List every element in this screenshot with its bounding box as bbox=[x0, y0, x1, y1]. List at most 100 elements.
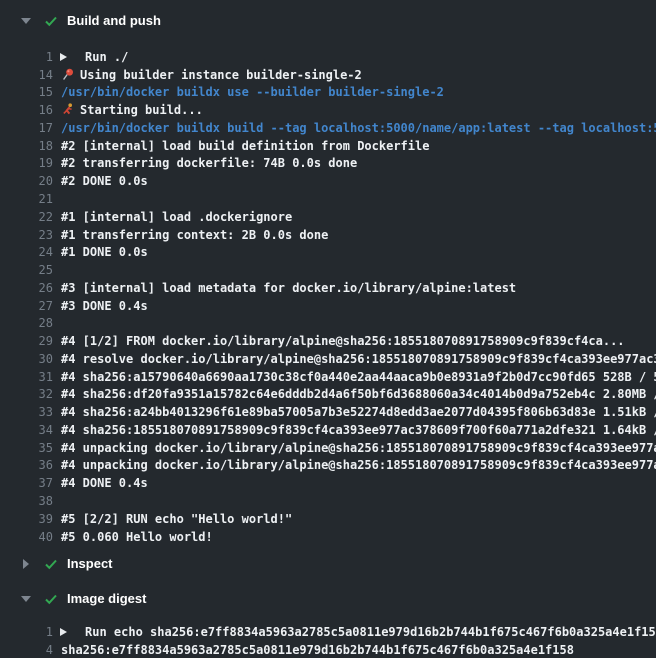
log-line-text: #3 DONE 0.4s bbox=[61, 299, 148, 313]
line-number[interactable]: 1 bbox=[0, 50, 53, 64]
log-text: #4 resolve docker.io/library/alpine@sha2… bbox=[61, 352, 656, 366]
line-number[interactable]: 17 bbox=[0, 121, 53, 135]
line-number[interactable]: 38 bbox=[0, 494, 53, 508]
log-text: #4 sha256:a24bb4013296f61e89ba57005a7b3e… bbox=[61, 405, 656, 419]
chevron-shape bbox=[23, 559, 29, 569]
expand-group-icon[interactable] bbox=[60, 53, 67, 61]
log-text: #1 transferring context: 2B 0.0s done bbox=[61, 228, 328, 242]
log-row: 25 bbox=[0, 261, 656, 279]
log-text: Run ./ bbox=[85, 50, 128, 64]
check-icon bbox=[44, 557, 58, 571]
log-row: 23 #1 transferring context: 2B 0.0s done bbox=[0, 226, 656, 244]
line-number[interactable]: 19 bbox=[0, 156, 53, 170]
log-row: 18 #2 [internal] load build definition fr… bbox=[0, 137, 656, 155]
line-number[interactable]: 35 bbox=[0, 441, 53, 455]
line-number[interactable]: 39 bbox=[0, 512, 53, 526]
line-number[interactable]: 16 bbox=[0, 103, 53, 117]
chevron-shape bbox=[21, 18, 31, 24]
log-text: #1 [internal] load .dockerignore bbox=[61, 210, 292, 224]
log-line-text: #1 DONE 0.0s bbox=[61, 245, 148, 259]
log-line-text: #4 sha256:df20fa9351a15782c64e6dddb2d4a6… bbox=[61, 387, 656, 401]
line-number[interactable]: 21 bbox=[0, 192, 53, 206]
expand-group-icon[interactable] bbox=[60, 628, 67, 636]
log-text: #4 sha256:185518070891758909c9f839cf4ca3… bbox=[61, 423, 656, 437]
line-number[interactable]: 29 bbox=[0, 334, 53, 348]
log-row: 1 Run ./ bbox=[0, 48, 656, 66]
log-row: 35 #4 unpacking docker.io/library/alpine@… bbox=[0, 439, 656, 457]
command-line-text: /usr/bin/docker buildx build --tag local… bbox=[61, 121, 656, 135]
log-text: #4 unpacking docker.io/library/alpine@sh… bbox=[61, 458, 656, 472]
line-number[interactable]: 36 bbox=[0, 458, 53, 472]
section-title[interactable]: Image digest bbox=[67, 591, 146, 606]
log-text: #1 DONE 0.0s bbox=[61, 245, 148, 259]
log-row: 24 #1 DONE 0.0s bbox=[0, 243, 656, 261]
log-text: #5 [2/2] RUN echo "Hello world!" bbox=[61, 512, 292, 526]
line-number[interactable]: 26 bbox=[0, 281, 53, 295]
log-row: 21 bbox=[0, 190, 656, 208]
check-icon bbox=[44, 592, 58, 606]
log-text: #5 0.060 Hello world! bbox=[61, 530, 213, 544]
section-title[interactable]: Build and push bbox=[67, 13, 161, 28]
chevron-down-icon[interactable] bbox=[20, 18, 32, 24]
section-header-image-digest: Image digest bbox=[0, 590, 656, 607]
line-number[interactable]: 34 bbox=[0, 423, 53, 437]
runner-icon bbox=[61, 103, 75, 116]
line-number[interactable]: 22 bbox=[0, 210, 53, 224]
chevron-down-icon[interactable] bbox=[20, 596, 32, 602]
log-row: 20 #2 DONE 0.0s bbox=[0, 172, 656, 190]
log-row: 15/usr/bin/docker buildx use --builder b… bbox=[0, 84, 656, 102]
log-line-text: #1 [internal] load .dockerignore bbox=[61, 210, 292, 224]
line-number[interactable]: 14 bbox=[0, 68, 53, 82]
log-line-text: #1 transferring context: 2B 0.0s done bbox=[61, 228, 328, 242]
log-row: 34 #4 sha256:185518070891758909c9f839cf4c… bbox=[0, 421, 656, 439]
chevron-shape bbox=[21, 596, 31, 602]
line-number[interactable]: 28 bbox=[0, 316, 53, 330]
log-row: 39 #5 [2/2] RUN echo "Hello world!" bbox=[0, 510, 656, 528]
log-row: 17/usr/bin/docker buildx build --tag loc… bbox=[0, 119, 656, 137]
log-text: /usr/bin/docker buildx use --builder bui… bbox=[61, 85, 444, 99]
log-line-text: #4 sha256:185518070891758909c9f839cf4ca3… bbox=[61, 423, 656, 437]
line-number[interactable]: 20 bbox=[0, 174, 53, 188]
line-number[interactable]: 31 bbox=[0, 370, 53, 384]
log-row: 16 Starting build... bbox=[0, 101, 656, 119]
log-text: #2 DONE 0.0s bbox=[61, 174, 148, 188]
log-row: 26 #3 [internal] load metadata for docker… bbox=[0, 279, 656, 297]
line-number[interactable]: 30 bbox=[0, 352, 53, 366]
line-number[interactable]: 4 bbox=[0, 643, 53, 657]
log-line-text: #4 sha256:a15790640a6690aa1730c38cf0a440… bbox=[61, 370, 656, 384]
line-number[interactable]: 15 bbox=[0, 85, 53, 99]
log-row: 40 #5 0.060 Hello world! bbox=[0, 528, 656, 546]
actions-log-viewer: Build and push1Run ./14Using builder ins… bbox=[0, 0, 656, 658]
log-text: #4 unpacking docker.io/library/alpine@sh… bbox=[61, 441, 656, 455]
section-title[interactable]: Inspect bbox=[67, 556, 113, 571]
line-number[interactable]: 33 bbox=[0, 405, 53, 419]
line-number[interactable]: 25 bbox=[0, 263, 53, 277]
log-row: 19 #2 transferring dockerfile: 74B 0.0s d… bbox=[0, 155, 656, 173]
chevron-right-icon[interactable] bbox=[20, 559, 32, 569]
line-number[interactable]: 18 bbox=[0, 139, 53, 153]
log-line-text: Starting build... bbox=[61, 103, 203, 117]
line-number[interactable]: 23 bbox=[0, 228, 53, 242]
log-line-text: #4 unpacking docker.io/library/alpine@sh… bbox=[61, 441, 656, 455]
line-number[interactable]: 24 bbox=[0, 245, 53, 259]
log-line-text: #3 [internal] load metadata for docker.i… bbox=[61, 281, 516, 295]
log-text: #2 [internal] load build definition from… bbox=[61, 139, 429, 153]
log-line-text: #2 DONE 0.0s bbox=[61, 174, 148, 188]
line-number[interactable]: 37 bbox=[0, 476, 53, 490]
log-text: #3 DONE 0.4s bbox=[61, 299, 148, 313]
line-number[interactable]: 32 bbox=[0, 387, 53, 401]
log-text: /usr/bin/docker buildx build --tag local… bbox=[61, 121, 656, 135]
log-text: #2 transferring dockerfile: 74B 0.0s don… bbox=[61, 156, 357, 170]
line-number[interactable]: 40 bbox=[0, 530, 53, 544]
log-line-text: sha256:e7ff8834a5963a2785c5a0811e979d16b… bbox=[61, 643, 574, 657]
log-line-text: #4 DONE 0.4s bbox=[61, 476, 148, 490]
log-text: #4 [1/2] FROM docker.io/library/alpine@s… bbox=[61, 334, 625, 348]
log-row: 1 Run echo sha256:e7ff8834a5963a2785c5a08… bbox=[0, 623, 656, 641]
log-row: 30 #4 resolve docker.io/library/alpine@sh… bbox=[0, 350, 656, 368]
log-line-text: #2 transferring dockerfile: 74B 0.0s don… bbox=[61, 156, 357, 170]
line-number[interactable]: 1 bbox=[0, 625, 53, 639]
line-number[interactable]: 27 bbox=[0, 299, 53, 313]
log-line-text: Run echo sha256:e7ff8834a5963a2785c5a081… bbox=[85, 625, 656, 639]
log-line-text: #4 resolve docker.io/library/alpine@sha2… bbox=[61, 352, 656, 366]
log-row: 36 #4 unpacking docker.io/library/alpine@… bbox=[0, 457, 656, 475]
